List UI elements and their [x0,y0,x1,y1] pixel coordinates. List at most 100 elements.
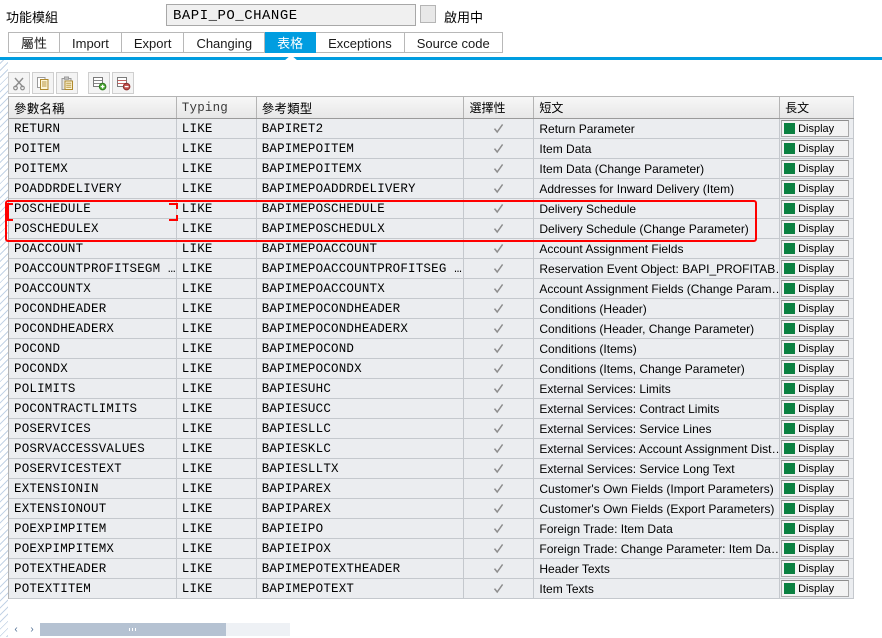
cell-typing[interactable]: LIKE [177,319,257,338]
cell-parameter-name[interactable]: POEXPIMPITEM [9,519,177,538]
display-long-text-button[interactable]: Display [781,540,850,557]
cell-reference-type[interactable]: BAPIESUHC [257,379,465,398]
cell-optional-checkbox[interactable] [464,199,535,218]
cell-short-text[interactable]: Item Texts [534,579,781,598]
display-long-text-button[interactable]: Display [781,300,850,317]
cell-parameter-name[interactable]: POACCOUNTPROFITSEGM … [9,259,177,278]
cell-reference-type[interactable]: BAPIEIPOX [257,539,465,558]
cell-reference-type[interactable]: BAPIESUCC [257,399,465,418]
cell-optional-checkbox[interactable] [464,139,535,158]
cell-reference-type[interactable]: BAPIESKLC [257,439,465,458]
column-header-typing[interactable]: Typing [177,97,257,118]
cell-parameter-name[interactable]: POSRVACCESSVALUES [9,439,177,458]
table-row[interactable]: POITEMX LIKE BAPIMEPOITEMX Item Data (Chang… [9,159,854,179]
cell-reference-type[interactable]: BAPIMEPOSCHEDULE [257,199,465,218]
cell-typing[interactable]: LIKE [177,259,257,278]
cell-parameter-name[interactable]: POCONDHEADERX [9,319,177,338]
cell-short-text[interactable]: Header Texts [534,559,781,578]
table-row[interactable]: POEXPIMPITEM LIKE BAPIEIPO Foreign Trade: I… [9,519,854,539]
cell-typing[interactable]: LIKE [177,159,257,178]
cell-typing[interactable]: LIKE [177,199,257,218]
cell-reference-type[interactable]: BAPIMEPOADDRDELIVERY [257,179,465,198]
display-long-text-button[interactable]: Display [781,220,850,237]
column-header-optional[interactable]: 選擇性 [464,97,535,118]
cell-short-text[interactable]: Conditions (Header, Change Parameter) [534,319,781,338]
display-long-text-button[interactable]: Display [781,320,850,337]
cell-short-text[interactable]: Foreign Trade: Item Data [534,519,781,538]
display-long-text-button[interactable]: Display [781,480,850,497]
cell-short-text[interactable]: External Services: Service Lines [534,419,781,438]
cell-short-text[interactable]: Return Parameter [534,119,781,138]
cell-parameter-name[interactable]: POCONTRACTLIMITS [9,399,177,418]
display-long-text-button[interactable]: Display [781,240,850,257]
table-row[interactable]: POCONDHEADERX LIKE BAPIMEPOCONDHEADERX Cond… [9,319,854,339]
cell-optional-checkbox[interactable] [464,539,535,558]
cell-short-text[interactable]: Reservation Event Object: BAPI_PROFITAB… [534,259,781,278]
cell-parameter-name[interactable]: POEXPIMPITEMX [9,539,177,558]
cell-reference-type[interactable]: BAPIMEPOTEXT [257,579,465,598]
cell-typing[interactable]: LIKE [177,359,257,378]
cell-reference-type[interactable]: BAPIMEPOSCHEDULX [257,219,465,238]
cell-optional-checkbox[interactable] [464,299,535,318]
cell-typing[interactable]: LIKE [177,579,257,598]
cell-parameter-name[interactable]: POSERVICESTEXT [9,459,177,478]
cell-reference-type[interactable]: BAPIMEPOITEM [257,139,465,158]
table-row[interactable]: POACCOUNTX LIKE BAPIMEPOACCOUNTX Account As… [9,279,854,299]
table-row[interactable]: POSCHEDULE LIKE BAPIMEPOSCHEDULE Delivery S… [9,199,854,219]
cell-short-text[interactable]: Conditions (Items, Change Parameter) [534,359,781,378]
tab-2[interactable]: Export [121,32,185,53]
cell-optional-checkbox[interactable] [464,179,535,198]
cell-short-text[interactable]: External Services: Contract Limits [534,399,781,418]
cell-short-text[interactable]: Conditions (Header) [534,299,781,318]
scroll-left-arrow-icon[interactable]: ‹ [8,622,24,637]
table-row[interactable]: POCONTRACTLIMITS LIKE BAPIESUCC External Se… [9,399,854,419]
cell-typing[interactable]: LIKE [177,459,257,478]
cell-reference-type[interactable]: BAPIEIPO [257,519,465,538]
table-row[interactable]: POCONDX LIKE BAPIMEPOCONDX Conditions (Item… [9,359,854,379]
table-row[interactable]: RETURN LIKE BAPIRET2 Return Parameter Displa… [9,119,854,139]
scroll-right-arrow-icon[interactable]: › [24,622,40,637]
cell-parameter-name[interactable]: RETURN [9,119,177,138]
display-long-text-button[interactable]: Display [781,140,850,157]
cell-reference-type[interactable]: BAPIMEPOCONDX [257,359,465,378]
display-long-text-button[interactable]: Display [781,460,850,477]
cell-parameter-name[interactable]: POSERVICES [9,419,177,438]
cell-parameter-name[interactable]: POTEXTHEADER [9,559,177,578]
table-row[interactable]: POCOND LIKE BAPIMEPOCOND Conditions (Items)… [9,339,854,359]
table-row[interactable]: POLIMITS LIKE BAPIESUHC External Services: … [9,379,854,399]
column-header-parameter-name[interactable]: 參數名稱 [9,97,177,118]
cell-typing[interactable]: LIKE [177,479,257,498]
cell-short-text[interactable]: Account Assignment Fields (Change Param… [534,279,781,298]
cell-short-text[interactable]: Customer's Own Fields (Export Parameters… [534,499,781,518]
cell-short-text[interactable]: Conditions (Items) [534,339,781,358]
cell-typing[interactable]: LIKE [177,139,257,158]
cell-typing[interactable]: LIKE [177,499,257,518]
cell-optional-checkbox[interactable] [464,439,535,458]
scrollbar-thumb[interactable] [40,623,226,636]
tab-1[interactable]: Import [60,32,122,53]
table-row[interactable]: POACCOUNTPROFITSEGM … LIKE BAPIMEPOACCOUNT… [9,259,854,279]
cell-short-text[interactable]: External Services: Service Long Text [534,459,781,478]
table-row[interactable]: POSERVICESTEXT LIKE BAPIESLLTX External Ser… [9,459,854,479]
cell-optional-checkbox[interactable] [464,259,535,278]
cell-optional-checkbox[interactable] [464,579,535,598]
cell-short-text[interactable]: External Services: Account Assignment Di… [534,439,781,458]
display-long-text-button[interactable]: Display [781,560,850,577]
display-long-text-button[interactable]: Display [781,440,850,457]
cell-reference-type[interactable]: BAPIMEPOITEMX [257,159,465,178]
tab-0[interactable]: 屬性 [8,32,61,53]
cell-parameter-name[interactable]: POLIMITS [9,379,177,398]
column-header-reference-type[interactable]: 參考類型 [257,97,465,118]
cell-optional-checkbox[interactable] [464,379,535,398]
cell-parameter-name[interactable]: POTEXTITEM [9,579,177,598]
cell-optional-checkbox[interactable] [464,279,535,298]
cell-parameter-name[interactable]: POSCHEDULE [9,199,177,218]
display-long-text-button[interactable]: Display [781,280,850,297]
display-long-text-button[interactable]: Display [781,340,850,357]
column-header-long-text[interactable]: 長文 [780,97,854,118]
tab-5[interactable]: Exceptions [316,32,405,53]
tab-4[interactable]: 表格 [265,32,317,53]
cell-reference-type[interactable]: BAPIESLLTX [257,459,465,478]
cell-reference-type[interactable]: BAPIPAREX [257,479,465,498]
insert-row-icon[interactable] [88,72,110,94]
